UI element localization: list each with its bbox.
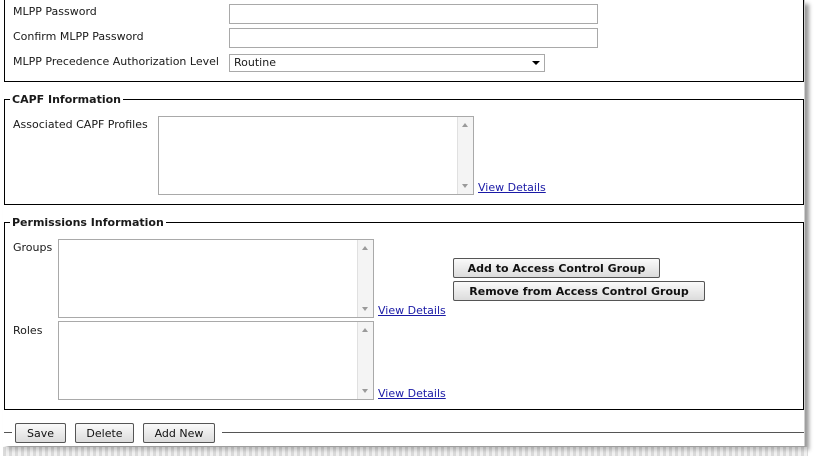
confirm-mlpp-password-label: Confirm MLPP Password <box>13 30 144 43</box>
scroll-up-icon[interactable] <box>462 123 468 127</box>
add-to-access-control-group-button[interactable]: Add to Access Control Group <box>453 258 660 278</box>
scrollbar[interactable] <box>457 117 473 194</box>
footer-line-left <box>4 432 12 433</box>
scroll-up-icon[interactable] <box>362 328 368 332</box>
scrollbar[interactable] <box>357 240 373 317</box>
chevron-down-icon <box>532 61 540 65</box>
mlpp-precedence-label: MLPP Precedence Authorization Level <box>13 55 219 68</box>
mlpp-password-field[interactable] <box>229 4 598 24</box>
capf-legend: CAPF Information <box>10 93 123 106</box>
roles-label: Roles <box>13 324 43 337</box>
add-new-button[interactable]: Add New <box>143 423 215 443</box>
groups-view-details-link[interactable]: View Details <box>378 304 446 317</box>
mlpp-precedence-select[interactable]: Routine <box>229 54 545 72</box>
scrollbar[interactable] <box>357 322 373 399</box>
roles-listbox[interactable] <box>58 321 374 400</box>
save-button[interactable]: Save <box>15 423 66 443</box>
roles-view-details-link[interactable]: View Details <box>378 387 446 400</box>
remove-from-access-control-group-button[interactable]: Remove from Access Control Group <box>453 281 705 301</box>
torn-edge <box>3 447 808 456</box>
delete-button[interactable]: Delete <box>75 423 134 443</box>
mlpp-precedence-value: Routine <box>234 56 276 69</box>
capf-profiles-listbox[interactable] <box>158 116 474 195</box>
scroll-down-icon[interactable] <box>362 389 368 393</box>
confirm-mlpp-password-field[interactable] <box>229 28 598 48</box>
scroll-down-icon[interactable] <box>362 307 368 311</box>
scroll-down-icon[interactable] <box>462 184 468 188</box>
capf-profiles-label: Associated CAPF Profiles <box>13 118 148 131</box>
mlpp-password-label: MLPP Password <box>13 5 97 18</box>
groups-listbox[interactable] <box>58 239 374 318</box>
footer-line-right <box>222 432 804 433</box>
scroll-up-icon[interactable] <box>362 246 368 250</box>
permissions-legend: Permissions Information <box>10 216 166 229</box>
capf-view-details-link[interactable]: View Details <box>478 181 546 194</box>
groups-label: Groups <box>13 241 53 254</box>
